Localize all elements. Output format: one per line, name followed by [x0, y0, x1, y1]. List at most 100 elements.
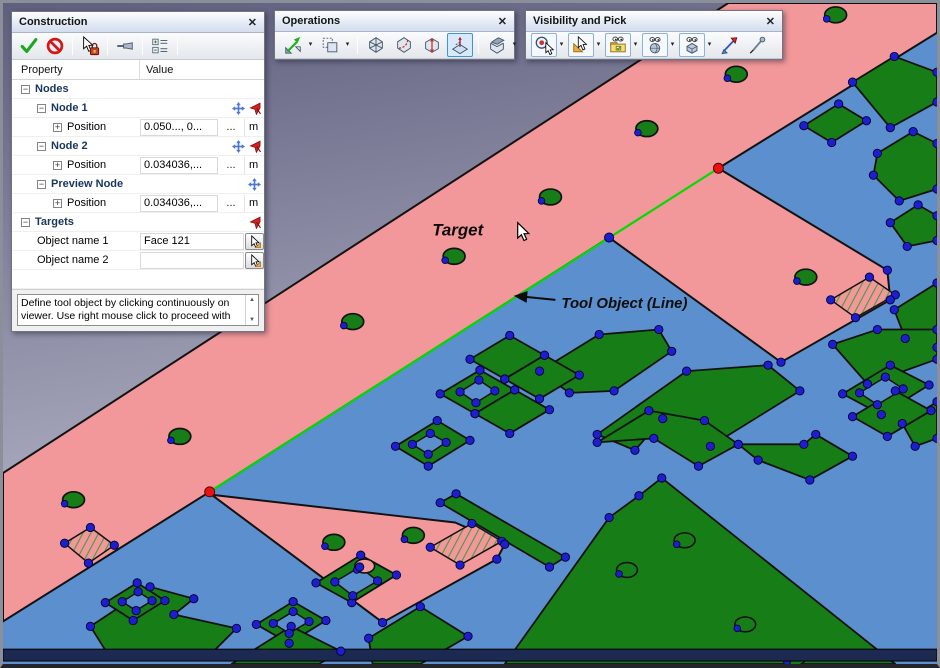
collapse-icon[interactable]: −	[21, 218, 30, 227]
pick-arrow-icon[interactable]	[248, 216, 261, 229]
zoom-pick-icon[interactable]	[531, 33, 557, 57]
vertex-dot	[848, 412, 856, 420]
show-body-dropdown-icon[interactable]: ▾	[668, 33, 677, 57]
vertex-dot	[616, 571, 623, 578]
grid-row-object-name-2[interactable]: Object name 2	[12, 251, 264, 270]
show-solid-icon[interactable]	[679, 33, 705, 57]
expand-icon[interactable]: +	[53, 199, 62, 208]
collapse-icon[interactable]: −	[37, 142, 46, 151]
pick-object-button[interactable]	[245, 252, 264, 269]
object-name-value[interactable]	[140, 252, 244, 269]
stretch-tool-icon[interactable]	[419, 33, 445, 57]
vertex-dot	[540, 351, 548, 359]
grid-row-preview-node[interactable]: −Preview Node	[12, 175, 264, 194]
pick-arrow-icon[interactable]	[248, 140, 261, 153]
vertex-dot	[631, 446, 639, 454]
grid-row-position[interactable]: +Position0.050..., 0......m	[12, 118, 264, 137]
vertex-dot	[658, 474, 666, 482]
shell-tool-icon[interactable]	[484, 33, 510, 57]
operations-titlebar[interactable]: Operations ✕	[275, 11, 514, 32]
transform-tool-icon[interactable]	[280, 33, 306, 57]
grid-row-targets[interactable]: −Targets	[12, 213, 264, 232]
cancel-icon[interactable]	[42, 34, 68, 58]
value-cell[interactable]: 0.034036,...	[140, 195, 218, 212]
folder-visibility-icon[interactable]	[605, 33, 631, 57]
scroll-down-icon[interactable]: ▼	[249, 317, 255, 323]
accept-icon[interactable]	[16, 34, 42, 58]
ellipsis-cell[interactable]: ...	[218, 159, 244, 171]
grid-row-node-2[interactable]: −Node 2	[12, 137, 264, 156]
grid-row-node-1[interactable]: −Node 1	[12, 99, 264, 118]
copy-tool-icon[interactable]	[317, 33, 343, 57]
collapse-icon[interactable]: −	[37, 180, 46, 189]
vertex-dot	[886, 124, 894, 132]
visibility-titlebar[interactable]: Visibility and Pick ✕	[526, 11, 782, 32]
application-window: TargetTool Object (Line) Construction ✕ …	[0, 0, 940, 668]
copy-tool-dropdown-icon[interactable]: ▾	[343, 33, 352, 57]
expand-icon[interactable]: +	[53, 123, 62, 132]
vertex-dot	[252, 620, 260, 628]
line-endpoint[interactable]	[205, 487, 215, 497]
vertex-dot	[493, 555, 501, 563]
vertex-dot	[471, 409, 479, 417]
transform-tool-dropdown-icon[interactable]: ▾	[306, 33, 315, 57]
vertex-dot	[373, 577, 381, 585]
value-cell[interactable]: 0.034036,...	[140, 157, 218, 174]
vertex-dot	[322, 543, 329, 550]
vertex-dot	[538, 198, 545, 205]
grid-row-nodes[interactable]: −Nodes	[12, 80, 264, 99]
line-node[interactable]	[605, 233, 614, 242]
move-cross-icon[interactable]	[232, 140, 245, 153]
operations-toolbar: ▾▾▾	[275, 32, 514, 59]
boolean-tool-icon[interactable]	[363, 33, 389, 57]
shell-tool-dropdown-icon[interactable]: ▾	[510, 33, 519, 57]
zoom-pick-dropdown-icon[interactable]: ▾	[557, 33, 566, 57]
vertex-dot	[655, 325, 663, 333]
collapse-icon[interactable]: −	[37, 104, 46, 113]
vertex-dot	[475, 376, 483, 384]
vertex-dot	[734, 440, 742, 448]
close-icon[interactable]: ✕	[765, 15, 776, 28]
details-list-icon[interactable]	[147, 34, 173, 58]
pin-panel-icon[interactable]	[112, 34, 138, 58]
ellipsis-cell[interactable]: ...	[218, 197, 244, 209]
close-icon[interactable]: ✕	[497, 15, 508, 28]
object-name-value[interactable]: Face 121	[140, 233, 244, 250]
pick-object-button[interactable]	[245, 233, 264, 250]
pick-mode-icon[interactable]	[568, 33, 594, 57]
vertex-dot	[823, 15, 830, 22]
show-solid-dropdown-icon[interactable]: ▾	[705, 33, 714, 57]
ellipsis-cell[interactable]: ...	[218, 121, 244, 133]
move-cross-icon[interactable]	[248, 178, 261, 191]
scroll-up-icon[interactable]: ▲	[249, 297, 255, 303]
property-grid: Property Value −Nodes−Node 1+Position0.0…	[12, 60, 264, 290]
direction-arrow-icon[interactable]	[716, 33, 742, 57]
grid-row-object-name-1[interactable]: Object name 1Face 121	[12, 232, 264, 251]
move-cross-icon[interactable]	[232, 102, 245, 115]
vertex-dot	[466, 436, 474, 444]
grid-row-position[interactable]: +Position0.034036,......m	[12, 156, 264, 175]
line-endpoint[interactable]	[713, 163, 723, 173]
collapse-icon[interactable]: −	[21, 85, 30, 94]
grid-row-position[interactable]: +Position0.034036,......m	[12, 194, 264, 213]
close-icon[interactable]: ✕	[247, 16, 258, 29]
vertex-dot	[456, 561, 464, 569]
folder-visibility-dropdown-icon[interactable]: ▾	[631, 33, 640, 57]
construction-titlebar[interactable]: Construction ✕	[12, 12, 264, 33]
value-cell[interactable]: 0.050..., 0...	[140, 119, 218, 136]
probe-pin-icon[interactable]	[744, 33, 770, 57]
vertex-dot	[869, 171, 877, 179]
blend-tool-icon[interactable]	[391, 33, 417, 57]
vertex-dot	[645, 407, 653, 415]
pick-arrow-icon[interactable]	[248, 102, 261, 115]
row-label: Object name 2	[37, 254, 109, 266]
show-body-icon[interactable]	[642, 33, 668, 57]
hint-scrollbar[interactable]: ▲ ▼	[245, 295, 258, 325]
vertex-dot	[322, 616, 330, 624]
pick-lock-icon[interactable]	[77, 34, 103, 58]
vertex-dot	[877, 410, 885, 418]
pick-mode-dropdown-icon[interactable]: ▾	[594, 33, 603, 57]
vertex-dot	[401, 536, 408, 543]
slice-tool-icon[interactable]	[447, 33, 473, 57]
expand-icon[interactable]: +	[53, 161, 62, 170]
